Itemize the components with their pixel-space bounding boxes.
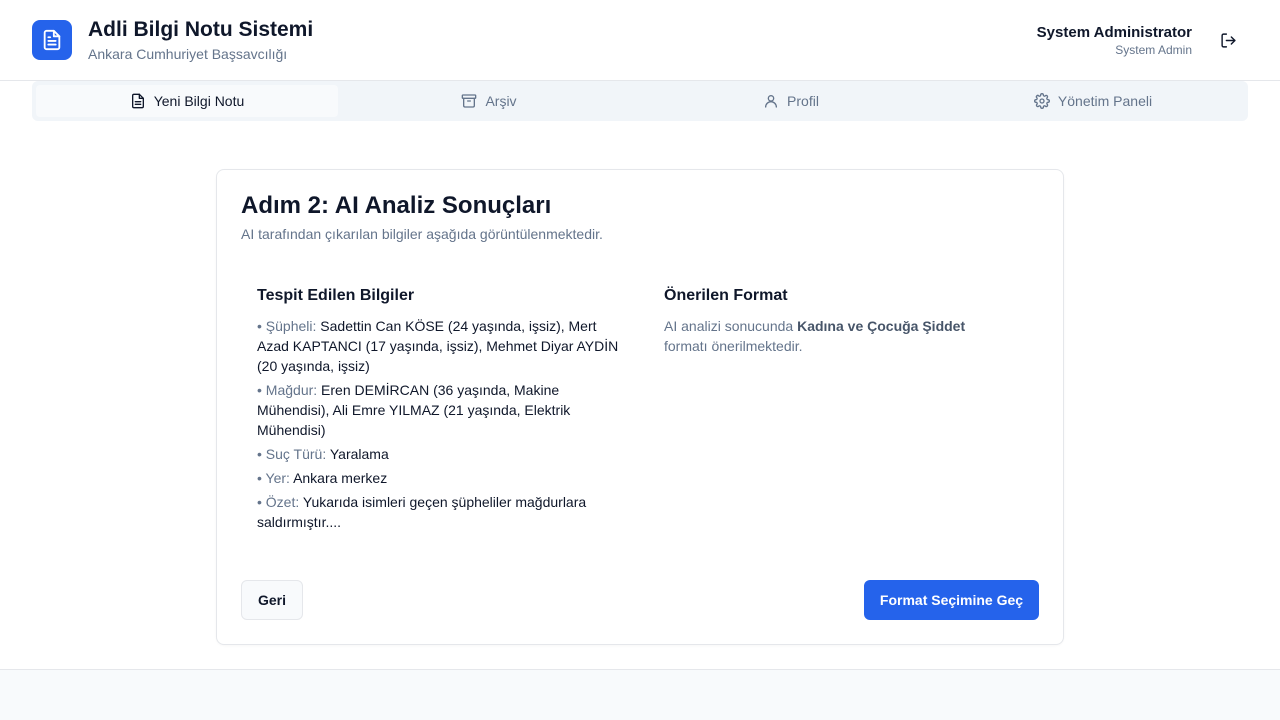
app-header: Adli Bilgi Notu Sistemi Ankara Cumhuriye… — [0, 0, 1280, 81]
fact-label: • Yer: — [257, 470, 290, 486]
tab-profile[interactable]: Profil — [640, 85, 942, 117]
back-button[interactable]: Geri — [241, 580, 303, 620]
logout-icon — [1220, 32, 1236, 48]
fact-label-text: Özet: — [265, 494, 300, 510]
fact-label: • Özet: — [257, 494, 300, 510]
fact-crime-type: • Suç Türü: Yaralama — [257, 444, 627, 464]
main-tabs: Yeni Bilgi Notu Arşiv Profil Yönetim Pan… — [32, 81, 1248, 121]
tab-new-note[interactable]: Yeni Bilgi Notu — [36, 85, 338, 117]
recommended-format-title: Önerilen Format — [664, 287, 788, 304]
fact-location: • Yer: Ankara merkez — [257, 468, 627, 488]
recommended-format-text: AI analizi sonucunda Kadına ve Çocuğa Şi… — [664, 316, 1004, 356]
recommended-format-name: Kadına ve Çocuğa Şiddet — [797, 318, 966, 334]
document-icon — [131, 93, 144, 109]
fact-label: • Suç Türü: — [257, 446, 327, 462]
tab-label: Profil — [787, 93, 819, 109]
gear-icon — [1033, 93, 1050, 109]
tab-label: Arşiv — [485, 93, 517, 109]
fact-label-text: Mağdur: — [265, 382, 318, 398]
card-title: Adım 2: AI Analiz Sonuçları — [241, 192, 552, 219]
fact-victim: • Mağdur: Eren DEMİRCAN (36 yaşında, Mak… — [257, 380, 627, 440]
fact-value: Ankara merkez — [293, 470, 388, 486]
fact-label-text: Şüpheli: — [265, 318, 317, 334]
fact-label: • Mağdur: — [257, 382, 318, 398]
document-icon — [43, 29, 61, 51]
user-role: System Admin — [1115, 43, 1192, 57]
app-logo — [32, 20, 72, 60]
detected-info-section: Tespit Edilen Bilgiler • Şüpheli: Sadett… — [257, 287, 627, 536]
fact-value: Yukarıda isimleri geçen şüpheliler mağdu… — [257, 494, 587, 530]
fact-value: Yaralama — [329, 446, 389, 462]
recommended-suffix: formatı önerilmektedir. — [664, 338, 803, 354]
analysis-card: Adım 2: AI Analiz Sonuçları AI tarafında… — [216, 169, 1064, 645]
fact-suspect: • Şüpheli: Sadettin Can KÖSE (24 yaşında… — [257, 316, 627, 376]
app-title: Adli Bilgi Notu Sistemi — [88, 18, 314, 41]
go-to-format-selection-button[interactable]: Format Seçimine Geç — [864, 580, 1039, 620]
app-subtitle: Ankara Cumhuriyet Başsavcılığı — [88, 46, 288, 62]
user-icon — [765, 95, 778, 108]
fact-label-text: Suç Türü: — [265, 446, 327, 462]
detected-info-title: Tespit Edilen Bilgiler — [257, 287, 415, 304]
tab-admin-panel[interactable]: Yönetim Paneli — [942, 85, 1244, 117]
tab-archive[interactable]: Arşiv — [338, 85, 640, 117]
logout-button[interactable] — [1216, 28, 1240, 52]
fact-summary: • Özet: Yukarıda isimleri geçen şüphelil… — [257, 492, 627, 532]
fact-label: • Şüpheli: — [257, 318, 317, 334]
archive-icon — [462, 94, 477, 108]
user-name: System Administrator — [1036, 24, 1192, 41]
fact-label-text: Yer: — [265, 470, 290, 486]
card-description: AI tarafından çıkarılan bilgiler aşağıda… — [241, 226, 603, 242]
tab-label: Yeni Bilgi Notu — [153, 93, 245, 109]
tab-label: Yönetim Paneli — [1057, 93, 1153, 109]
recommended-format-section: Önerilen Format AI analizi sonucunda Kad… — [664, 287, 1004, 356]
recommended-prefix: AI analizi sonucunda — [664, 318, 794, 334]
page-footer — [0, 669, 1280, 720]
